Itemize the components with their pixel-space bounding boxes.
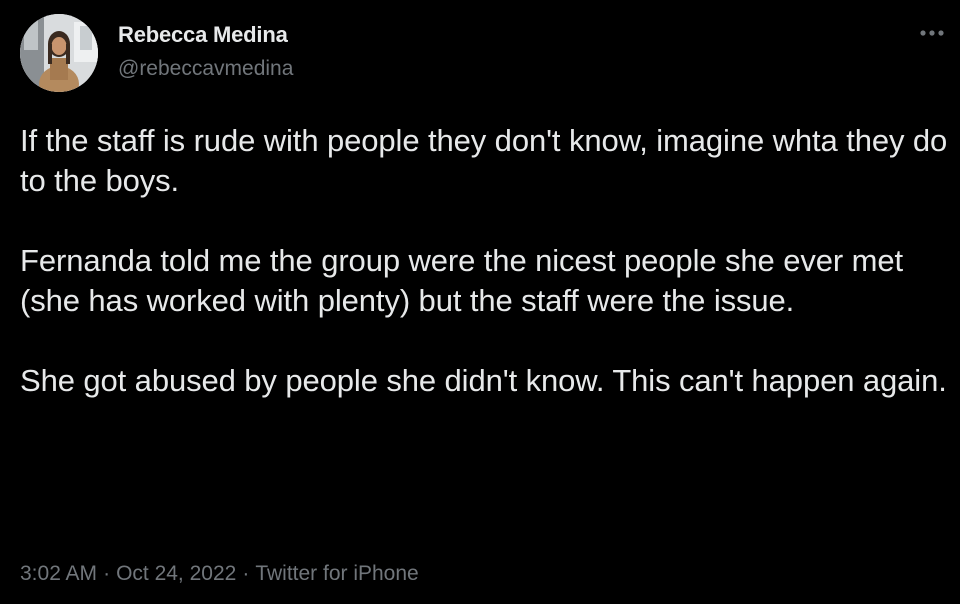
tweet-card: Rebecca Medina @rebeccavmedina If the st…	[0, 0, 960, 604]
more-horizontal-icon	[920, 30, 944, 36]
more-options-button[interactable]	[916, 20, 948, 46]
tweet-source[interactable]: Twitter for iPhone	[255, 562, 418, 585]
tweet-date[interactable]: Oct 24, 2022	[116, 562, 236, 585]
tweet-text: If the staff is rude with people they do…	[20, 121, 955, 401]
avatar[interactable]	[20, 14, 98, 92]
author-name[interactable]: Rebecca Medina	[118, 22, 288, 48]
tweet-time[interactable]: 3:02 AM	[20, 562, 97, 585]
author-handle[interactable]: @rebeccavmedina	[118, 57, 293, 81]
tweet-metadata: 3:02 AM · Oct 24, 2022 · Twitter for iPhone	[20, 562, 419, 586]
tweet-paragraph: She got abused by people she didn't know…	[20, 363, 947, 398]
meta-separator: ·	[103, 562, 111, 585]
profile-photo-icon	[20, 14, 98, 92]
tweet-paragraph: If the staff is rude with people they do…	[20, 123, 948, 198]
meta-separator: ·	[242, 562, 250, 585]
tweet-paragraph: Fernanda told me the group were the nice…	[20, 243, 903, 318]
